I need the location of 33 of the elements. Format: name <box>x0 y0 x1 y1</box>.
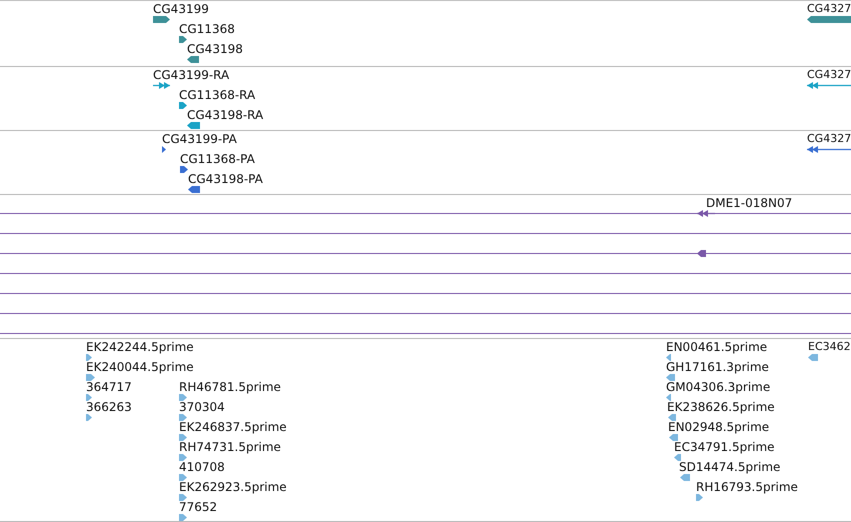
feature-label: GM04306.3prime <box>666 380 770 394</box>
feature-label: EK240044.5prime <box>86 360 194 374</box>
feature-label: CG4327 <box>807 2 851 16</box>
feature-label: CG43199-PA <box>162 132 237 146</box>
feature-label: 410708 <box>179 460 225 474</box>
feature-label: RH16793.5prime <box>696 480 798 494</box>
feature-label: EC3462 <box>808 340 851 354</box>
feature-label: 370304 <box>179 400 225 414</box>
feature-label: EK242244.5prime <box>86 340 194 354</box>
feature-label: CG11368-PA <box>180 152 255 166</box>
feature-label: CG43198 <box>187 42 243 56</box>
feature-label: SD14474.5prime <box>679 460 780 474</box>
feature-label: CG43198-RA <box>187 108 264 122</box>
feature-label: CG4327 <box>807 132 851 146</box>
feature-label: 366263 <box>86 400 132 414</box>
feature-label: CG43199-RA <box>153 68 230 82</box>
feature-label: GH17161.3prime <box>666 360 769 374</box>
feature-label: EK262923.5prime <box>179 480 287 494</box>
feature-label: EK238626.5prime <box>667 400 775 414</box>
feature-label: CG11368-RA <box>179 88 256 102</box>
feature-label: CG4327 <box>807 68 851 82</box>
feature-label: EK246837.5prime <box>179 420 287 434</box>
feature-label: EN02948.5prime <box>668 420 770 434</box>
feature-label: CG11368 <box>179 22 235 36</box>
feature-label: 364717 <box>86 380 132 394</box>
feature-label: 77652 <box>179 500 218 514</box>
feature-label: CG43198-PA <box>188 172 263 186</box>
feature-label: EC34791.5prime <box>674 440 775 454</box>
feature-label: DME1-018N07 <box>706 196 792 210</box>
feature-label: CG43199 <box>153 2 209 16</box>
feature-label: EN00461.5prime <box>666 340 768 354</box>
feature-label: RH46781.5prime <box>179 380 281 394</box>
feature-label: RH74731.5prime <box>179 440 281 454</box>
